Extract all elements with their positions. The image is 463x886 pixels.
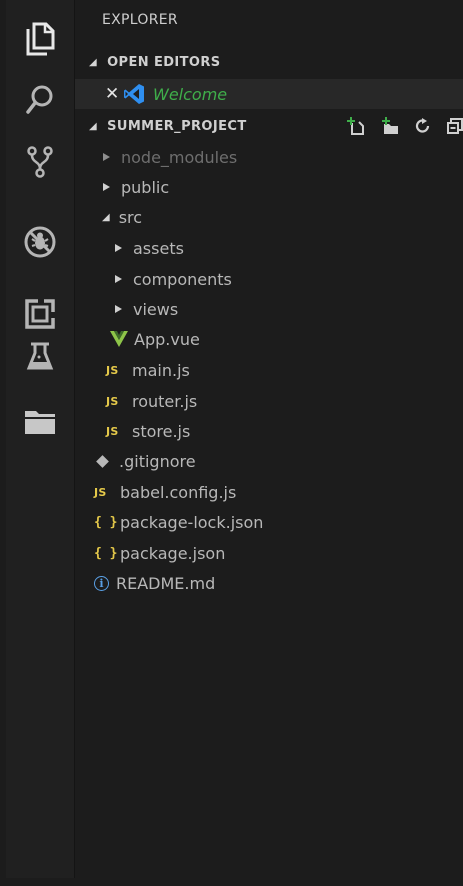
chevron-right-icon — [115, 244, 122, 252]
tree-file-app-vue[interactable]: App.vue — [110, 324, 200, 354]
open-editor-welcome[interactable]: ✕ Welcome — [75, 79, 463, 109]
tree-item-label: .gitignore — [119, 451, 196, 471]
project-title: SUMMER_PROJECT — [107, 118, 247, 134]
collapse-triangle-icon: ◢ — [89, 56, 98, 68]
tree-item-label: README.md — [116, 573, 216, 593]
javascript-icon: JS — [106, 424, 119, 438]
tree-item-label: node_modules — [121, 147, 238, 167]
tree-folder-node-modules[interactable]: node_modules — [103, 142, 237, 172]
json-icon: { } — [94, 545, 118, 561]
json-icon: { } — [94, 514, 118, 530]
tree-folder-src[interactable]: ◢ src — [102, 202, 142, 232]
tree-file-store-js[interactable]: JS store.js — [106, 416, 190, 446]
search-icon[interactable] — [6, 70, 74, 130]
tree-item-label: router.js — [132, 391, 198, 411]
tree-file-gitignore[interactable]: .gitignore — [94, 446, 196, 476]
test-flask-icon[interactable] — [6, 326, 74, 386]
vscode-logo-icon — [123, 83, 145, 105]
tree-file-router-js[interactable]: JS router.js — [106, 386, 197, 416]
chevron-right-icon — [115, 305, 122, 313]
tree-file-package-json[interactable]: { } package.json — [94, 538, 225, 568]
tree-folder-public[interactable]: public — [103, 172, 169, 202]
debug-icon[interactable] — [6, 212, 74, 272]
tree-item-label: store.js — [132, 421, 191, 441]
activity-bar — [6, 0, 75, 878]
info-icon: i — [94, 575, 109, 591]
vue-icon — [110, 331, 128, 347]
tree-folder-components[interactable]: components — [115, 264, 232, 294]
tree-item-label: package-lock.json — [120, 512, 264, 532]
chevron-right-icon — [103, 153, 110, 161]
close-icon[interactable]: ✕ — [105, 84, 121, 104]
explorer-title: EXPLORER — [102, 12, 178, 28]
collapse-all-icon[interactable] — [447, 118, 463, 134]
tree-folder-assets[interactable]: assets — [115, 233, 184, 263]
explorer-sidebar: EXPLORER ◢ OPEN EDITORS ✕ Welcome ◢ SUMM… — [75, 0, 463, 886]
new-file-icon[interactable] — [347, 117, 365, 135]
git-icon — [96, 454, 109, 468]
collapse-triangle-icon: ◢ — [89, 120, 98, 132]
folder-icon[interactable] — [6, 392, 74, 452]
chevron-down-icon: ◢ — [102, 211, 110, 223]
tree-item-label: App.vue — [134, 329, 200, 349]
tree-item-label: package.json — [120, 543, 226, 563]
tree-item-label: assets — [133, 238, 184, 258]
welcome-tab-label: Welcome — [153, 84, 228, 104]
open-editors-title: OPEN EDITORS — [107, 54, 221, 70]
tree-item-label: babel.config.js — [120, 482, 237, 502]
explorer-actions — [347, 114, 463, 138]
refresh-icon[interactable] — [415, 118, 431, 134]
tree-folder-views[interactable]: views — [115, 294, 178, 324]
tree-item-label: views — [133, 299, 179, 319]
tree-item-label: main.js — [132, 360, 190, 380]
open-editors-header[interactable]: ◢ OPEN EDITORS — [75, 50, 463, 74]
chevron-right-icon — [103, 183, 110, 191]
tree-file-main-js[interactable]: JS main.js — [106, 355, 190, 385]
tree-file-readme[interactable]: i README.md — [94, 568, 215, 598]
tree-file-babel-config[interactable]: JS babel.config.js — [94, 477, 236, 507]
tree-item-label: components — [133, 269, 232, 289]
tree-item-label: src — [118, 207, 143, 227]
chevron-right-icon — [115, 275, 122, 283]
vscode-window: EXPLORER ◢ OPEN EDITORS ✕ Welcome ◢ SUMM… — [0, 0, 463, 886]
javascript-icon: JS — [106, 363, 119, 377]
files-icon[interactable] — [6, 8, 74, 68]
project-header[interactable]: ◢ SUMMER_PROJECT — [75, 114, 463, 138]
javascript-icon: JS — [106, 394, 119, 408]
tree-item-label: public — [121, 177, 170, 197]
javascript-icon: JS — [94, 485, 107, 499]
source-control-icon[interactable] — [6, 132, 74, 192]
new-folder-icon[interactable] — [381, 117, 399, 135]
tree-file-package-lock[interactable]: { } package-lock.json — [94, 507, 263, 537]
